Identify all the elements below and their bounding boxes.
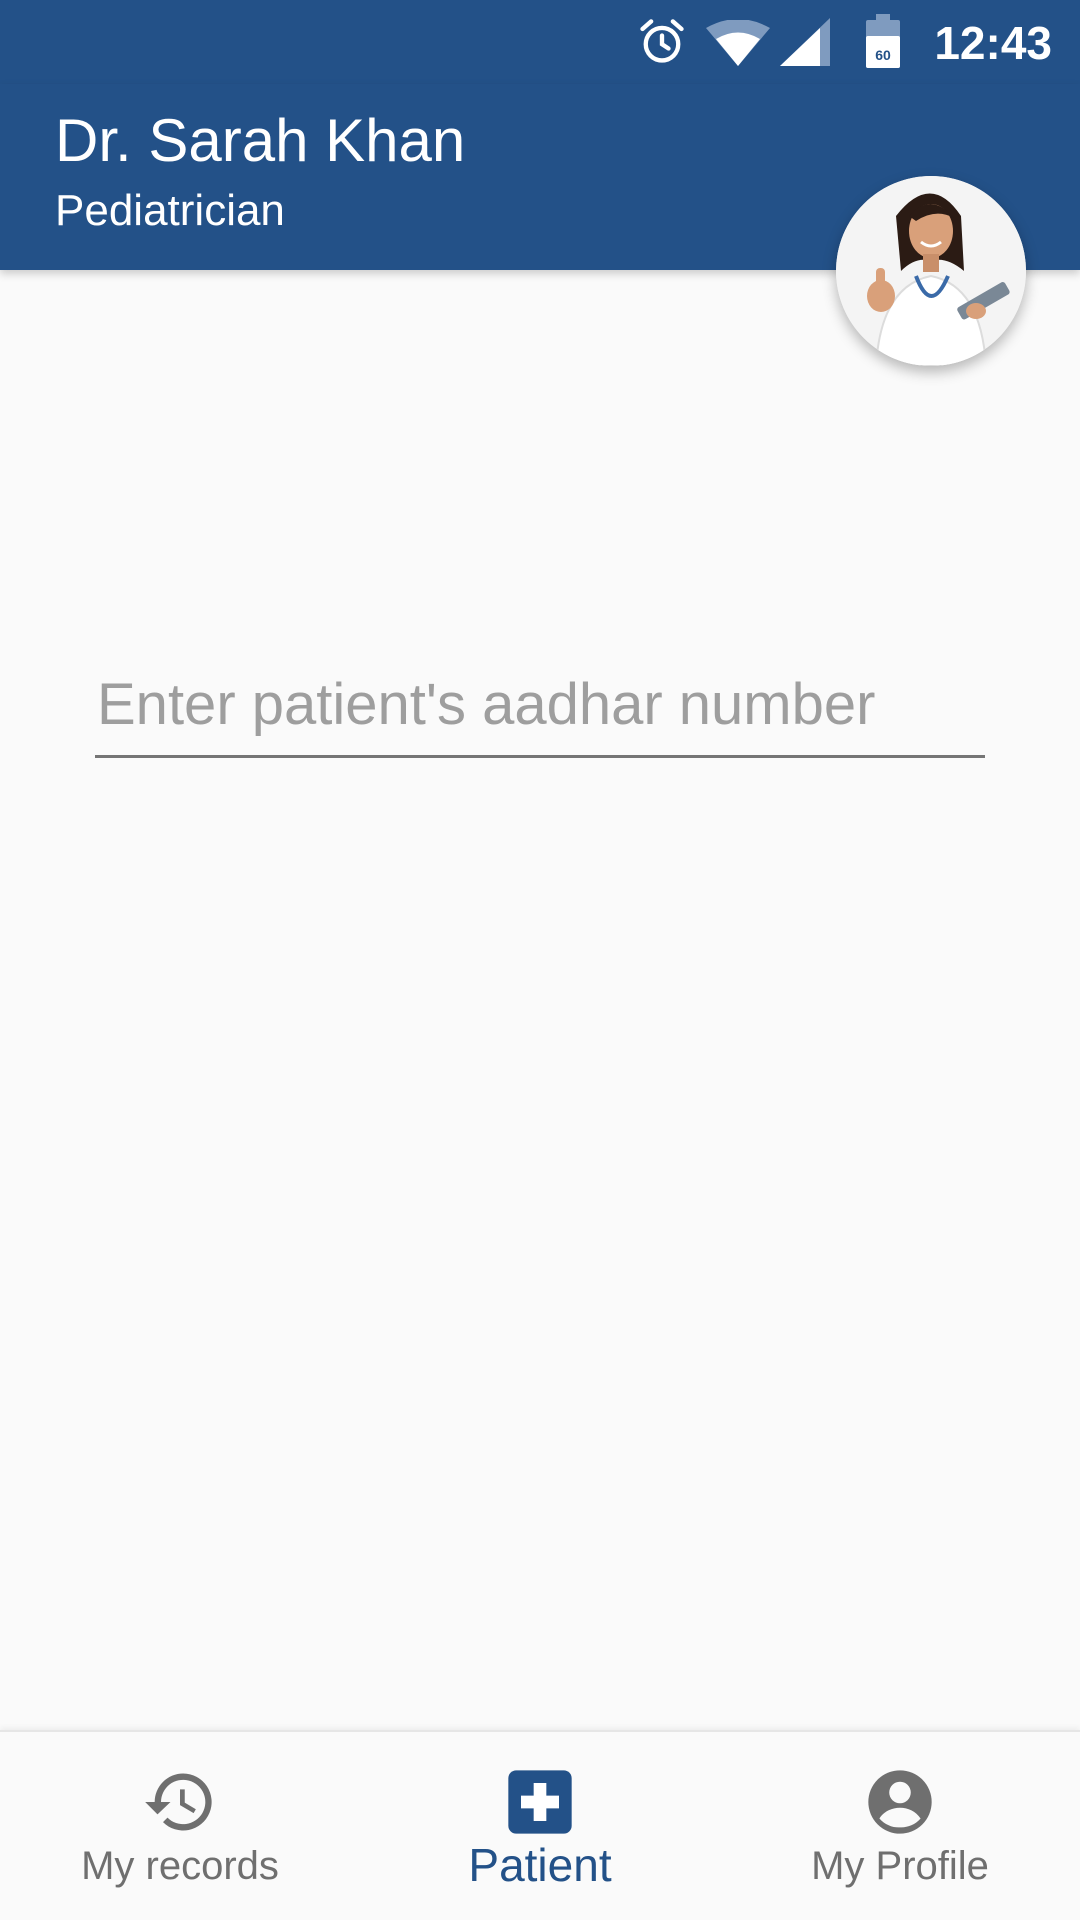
cell-signal-icon — [780, 18, 830, 66]
nav-my-profile-label: My Profile — [811, 1844, 989, 1888]
history-icon — [145, 1773, 212, 1831]
wifi-icon — [706, 20, 770, 66]
nav-my-records-label: My records — [81, 1844, 279, 1888]
nav-my-profile[interactable]: My Profile — [720, 1732, 1080, 1920]
doctor-avatar[interactable] — [836, 176, 1026, 366]
battery-level-text: 60 — [875, 47, 891, 63]
account-circle-icon — [868, 1770, 932, 1834]
nav-patient-label: Patient — [468, 1839, 612, 1891]
status-bar: 60 12:43 — [0, 0, 1080, 84]
nav-my-records[interactable]: My records — [0, 1732, 360, 1920]
nav-patient[interactable]: Patient — [360, 1732, 720, 1920]
doctor-photo — [836, 176, 1026, 366]
doctor-name: Dr. Sarah Khan — [55, 107, 466, 174]
medical-cross-icon — [508, 1770, 572, 1834]
bottom-navigation: My records Patient My Profile — [0, 1730, 1080, 1920]
doctor-specialty: Pediatrician — [55, 186, 285, 235]
status-time: 12:43 — [934, 17, 1052, 69]
aadhar-number-input[interactable] — [95, 662, 985, 758]
screen: 60 12:43 Dr. Sarah Khan Pediatrician Ent… — [0, 0, 1080, 1920]
alarm-icon — [640, 19, 684, 63]
battery-icon: 60 — [866, 14, 900, 68]
